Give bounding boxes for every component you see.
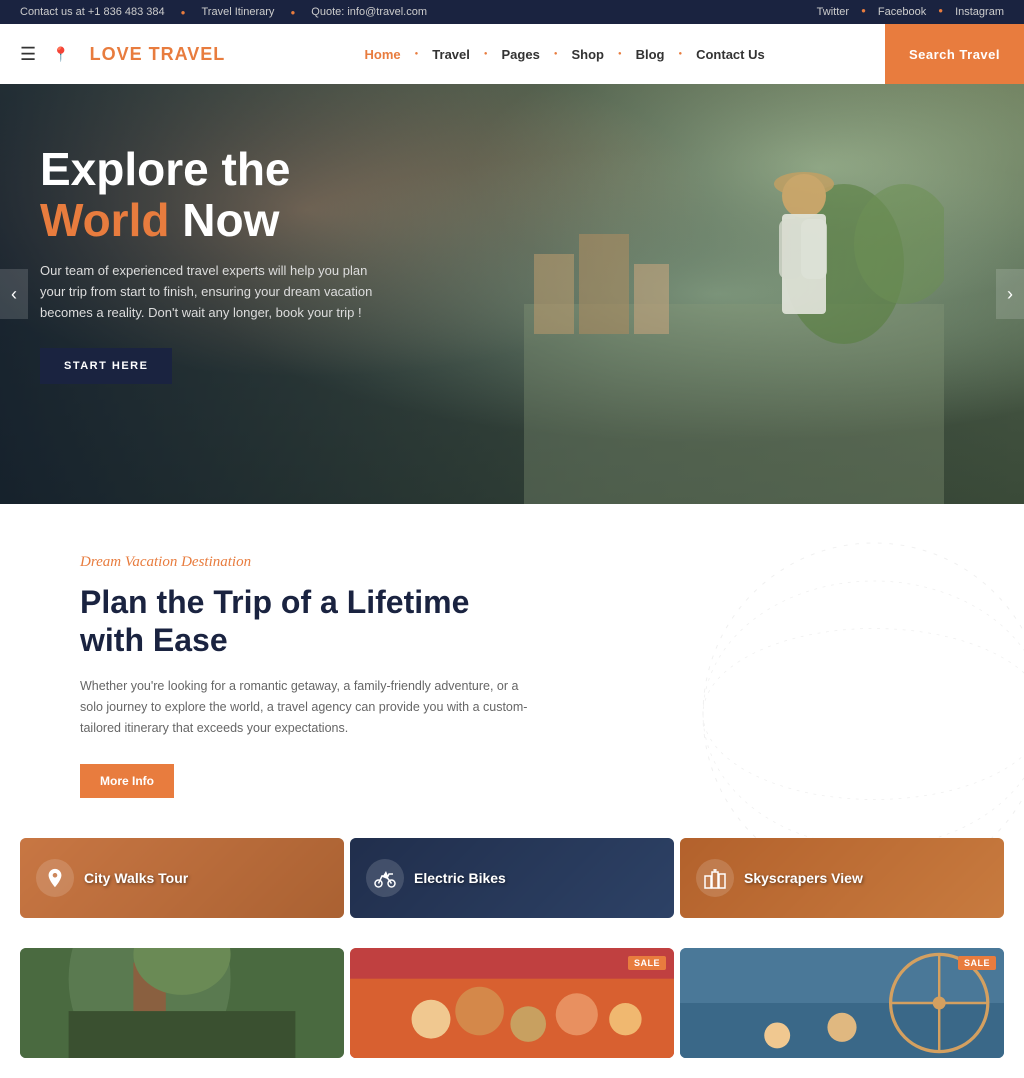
hero-cta-button[interactable]: START HERE	[40, 348, 172, 384]
dot-sep-3: ●	[861, 6, 866, 18]
logo-travel: TRAVEL	[143, 44, 226, 64]
electric-bikes-icon	[366, 859, 404, 897]
tour-card-skyscrapers[interactable]: Skyscrapers View	[680, 838, 1004, 918]
dot-sep-1: ●	[181, 8, 186, 17]
hamburger-icon[interactable]: ☰	[20, 44, 36, 65]
itinerary-link[interactable]: Travel Itinerary	[201, 6, 274, 18]
top-bar: Contact us at +1 836 483 384 ● Travel It…	[0, 0, 1024, 24]
logo-text: LOVE TRAVEL	[90, 44, 226, 65]
hero-title-line1: Explore the	[40, 143, 291, 195]
instagram-link[interactable]: Instagram	[955, 6, 1004, 18]
carousel-arrow-left[interactable]: ‹	[0, 269, 28, 319]
nav-contact[interactable]: Contact Us	[686, 39, 775, 70]
nav-travel[interactable]: Travel	[422, 39, 480, 70]
header: ☰ 📍 LOVE TRAVEL Home ● Travel ● Pages ● …	[0, 24, 1024, 84]
bottom-card-3[interactable]: SALE	[680, 948, 1004, 1058]
twitter-link[interactable]: Twitter	[817, 6, 849, 18]
nav-dot-4: ●	[618, 51, 622, 57]
bottom-cards-row: SALE SALE	[0, 948, 1024, 1078]
nav-home[interactable]: Home	[355, 39, 411, 70]
dot-sep-2: ●	[290, 8, 295, 17]
section-title: Plan the Trip of a Lifetime with Ease	[80, 583, 500, 660]
search-button[interactable]: Search Travel	[885, 24, 1024, 84]
vacation-section: Dream Vacation Destination Plan the Trip…	[0, 504, 1024, 838]
location-icon: 📍	[52, 46, 69, 63]
top-bar-left: Contact us at +1 836 483 384 ● Travel It…	[20, 6, 427, 18]
top-bar-right: Twitter ● Facebook ● Instagram	[817, 6, 1004, 18]
nav-pages[interactable]: Pages	[492, 39, 550, 70]
hero-content: Explore the World Now Our team of experi…	[0, 84, 480, 444]
more-info-button[interactable]: More Info	[80, 764, 174, 798]
carousel-arrow-right[interactable]: ›	[996, 269, 1024, 319]
skyscrapers-icon	[696, 859, 734, 897]
logo[interactable]: LOVE TRAVEL	[90, 44, 226, 65]
nav-dot-3: ●	[554, 51, 558, 57]
tour-card-electric-bikes[interactable]: Electric Bikes	[350, 838, 674, 918]
tour-cards-row: City Walks Tour Electric Bikes	[0, 838, 1024, 948]
nav-shop[interactable]: Shop	[561, 39, 614, 70]
hero-description: Our team of experienced travel experts w…	[40, 261, 380, 323]
bottom-card-1[interactable]	[20, 948, 344, 1058]
sale-badge-2: SALE	[628, 956, 666, 970]
dot-sep-4: ●	[938, 6, 943, 18]
tour-card-2-content: Electric Bikes	[350, 859, 522, 897]
hero-section: Explore the World Now Our team of experi…	[0, 84, 1024, 504]
hero-title-line2: Now	[169, 194, 279, 246]
logo-love: LOVE	[90, 44, 143, 64]
electric-bikes-label: Electric Bikes	[414, 870, 506, 886]
facebook-link[interactable]: Facebook	[878, 6, 926, 18]
hero-title: Explore the World Now	[40, 144, 440, 245]
main-nav: Home ● Travel ● Pages ● Shop ● Blog ● Co…	[225, 39, 904, 70]
tour-card-3-content: Skyscrapers View	[680, 859, 879, 897]
section-subtitle: Dream Vacation Destination	[80, 554, 944, 571]
city-walks-label: City Walks Tour	[84, 870, 188, 886]
sale-badge-3: SALE	[958, 956, 996, 970]
quote-link[interactable]: Quote: info@travel.com	[311, 6, 427, 18]
nav-blog[interactable]: Blog	[626, 39, 675, 70]
skyscrapers-label: Skyscrapers View	[744, 870, 863, 886]
section-description: Whether you're looking for a romantic ge…	[80, 676, 540, 740]
contact-info: Contact us at +1 836 483 384	[20, 6, 165, 18]
bottom-card-2[interactable]: SALE	[350, 948, 674, 1058]
nav-dot-1: ●	[415, 51, 419, 57]
tour-card-1-content: City Walks Tour	[20, 859, 204, 897]
nav-dot-5: ●	[678, 51, 682, 57]
city-walks-icon	[36, 859, 74, 897]
hero-title-accent: World	[40, 194, 169, 246]
tour-card-city-walks[interactable]: City Walks Tour	[20, 838, 344, 918]
nav-dot-2: ●	[484, 51, 488, 57]
